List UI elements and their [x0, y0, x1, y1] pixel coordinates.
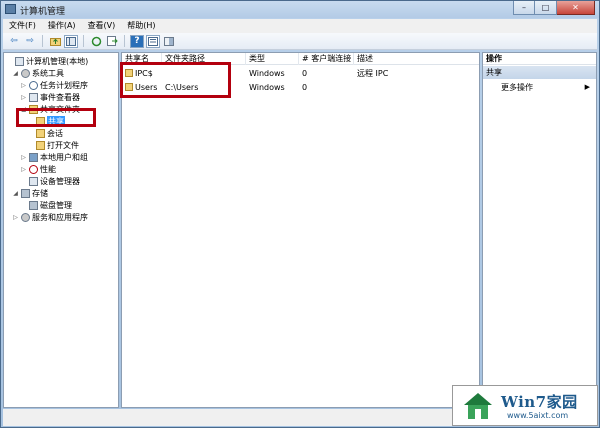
tree-item-storage[interactable]: ◢ 存储: [12, 187, 48, 199]
app-icon: [5, 4, 16, 14]
tree-item-performance[interactable]: ▷ 性能: [20, 163, 56, 175]
toolbar-separator: [42, 35, 43, 47]
type-cell: Windows: [249, 83, 285, 92]
tree-item-local-users[interactable]: ▷ 本地用户和组: [20, 151, 88, 163]
title-bar[interactable]: 计算机管理 – □ ✕: [1, 1, 599, 18]
toolbar-separator: [124, 35, 125, 47]
expand-triangle-icon[interactable]: ▷: [20, 94, 27, 101]
collapse-triangle-icon[interactable]: ◢: [12, 70, 19, 77]
expand-triangle-icon[interactable]: ▷: [20, 154, 27, 161]
highlight-box-shares-node: [16, 108, 96, 127]
event-viewer-icon: [29, 92, 38, 102]
services-icon: [21, 212, 30, 222]
column-header-description[interactable]: 描述: [354, 53, 479, 65]
computer-icon: [15, 56, 24, 66]
submenu-arrow-icon: ▶: [584, 83, 590, 91]
tree-item-system-tools[interactable]: ◢ 系统工具: [12, 67, 64, 79]
column-header-type[interactable]: 类型: [246, 53, 299, 65]
storage-icon: [21, 188, 30, 198]
tree-item-sessions[interactable]: 会话: [34, 127, 63, 139]
refresh-icon[interactable]: [89, 35, 103, 48]
site-watermark: Win7家园 www.5aixt.com: [452, 385, 598, 426]
column-header-client-connections[interactable]: # 客户端连接: [299, 53, 354, 65]
export-icon[interactable]: [105, 35, 119, 48]
session-icon: [36, 128, 45, 138]
tree-label: 计算机管理(本地): [26, 56, 89, 66]
users-icon: [29, 152, 38, 162]
clock-icon: [29, 80, 38, 90]
menu-file[interactable]: 文件(F): [3, 19, 42, 33]
actions-title: 操作: [483, 53, 596, 65]
clients-cell: 0: [302, 83, 308, 92]
menu-view[interactable]: 查看(V): [82, 19, 122, 33]
forward-arrow-icon[interactable]: ⇨: [23, 35, 37, 48]
disk-icon: [29, 200, 38, 210]
tree-label: 设备管理器: [40, 176, 80, 186]
description-cell: 远程 IPC: [357, 69, 389, 78]
tree-label: 会话: [47, 128, 63, 138]
watermark-url: www.5aixt.com: [507, 411, 569, 420]
shares-list: 共享名 文件夹路径 类型 # 客户端连接 描述 IPC$ Windows 0 远…: [121, 52, 480, 408]
caption-buttons: – □ ✕: [513, 1, 595, 16]
tree-label: 性能: [40, 164, 56, 174]
tree-label: 系统工具: [32, 68, 64, 78]
minimize-button[interactable]: –: [513, 1, 535, 15]
properties-icon[interactable]: [146, 34, 160, 48]
toolbar: ⇦ ⇨ ?: [3, 33, 597, 50]
navigation-tree: 计算机管理(本地) ◢ 系统工具 ▷ 任务计划程序 ▷ 事件查看器 ◢ 共享文件…: [3, 52, 119, 408]
tree-item-device-manager[interactable]: 设备管理器: [27, 175, 80, 187]
tree-label: 本地用户和组: [40, 152, 88, 162]
back-arrow-icon[interactable]: ⇦: [7, 35, 21, 48]
clients-cell: 0: [302, 69, 308, 78]
more-actions-item[interactable]: 更多操作 ▶: [501, 81, 593, 94]
menu-action[interactable]: 操作(A): [42, 19, 82, 33]
tree-item-computer-management[interactable]: 计算机管理(本地): [6, 55, 88, 67]
tree-item-event-viewer[interactable]: ▷ 事件查看器: [20, 91, 80, 103]
expand-triangle-icon[interactable]: ▷: [12, 214, 19, 221]
tree-label: 打开文件: [47, 140, 79, 150]
tree-label: 服务和应用程序: [32, 212, 88, 222]
tools-icon: [21, 68, 30, 78]
window-title: 计算机管理: [20, 7, 66, 17]
tree-item-services-applications[interactable]: ▷ 服务和应用程序: [12, 211, 88, 223]
collapse-triangle-icon[interactable]: ◢: [12, 190, 19, 197]
tree-label: 任务计划程序: [40, 80, 88, 90]
close-button[interactable]: ✕: [557, 1, 595, 15]
expand-triangle-icon[interactable]: ▷: [20, 82, 27, 89]
type-cell: Windows: [249, 69, 285, 78]
actions-group-shares[interactable]: 共享: [483, 66, 596, 79]
maximize-button[interactable]: □: [535, 1, 557, 15]
tree-item-disk-management[interactable]: 磁盘管理: [27, 199, 72, 211]
tree-label: 磁盘管理: [40, 200, 72, 210]
tree-label: 事件查看器: [40, 92, 80, 102]
computer-management-window: 计算机管理 – □ ✕ 文件(F) 操作(A) 查看(V) 帮助(H) ⇦ ⇨ …: [0, 0, 600, 428]
more-actions-label: 更多操作: [501, 83, 533, 92]
open-files-icon: [36, 140, 45, 150]
show-tree-icon[interactable]: [64, 34, 78, 48]
tree-label: 存储: [32, 188, 48, 198]
up-folder-icon[interactable]: [48, 35, 62, 48]
expand-triangle-icon[interactable]: ▷: [20, 166, 27, 173]
performance-icon: [29, 164, 38, 174]
house-logo-icon: [464, 393, 492, 419]
device-manager-icon: [29, 176, 38, 186]
toolbar-separator: [83, 35, 84, 47]
menu-bar: 文件(F) 操作(A) 查看(V) 帮助(H): [3, 19, 597, 33]
tree-item-open-files[interactable]: 打开文件: [34, 139, 79, 151]
menu-help[interactable]: 帮助(H): [121, 19, 161, 33]
watermark-brand: Win7家园: [501, 393, 578, 411]
actions-pane: 操作 共享 更多操作 ▶: [482, 52, 597, 408]
highlight-box-shares-list: [120, 62, 231, 98]
pane-icon[interactable]: [162, 35, 176, 48]
help-icon[interactable]: ?: [130, 34, 144, 48]
tree-item-task-scheduler[interactable]: ▷ 任务计划程序: [20, 79, 88, 91]
